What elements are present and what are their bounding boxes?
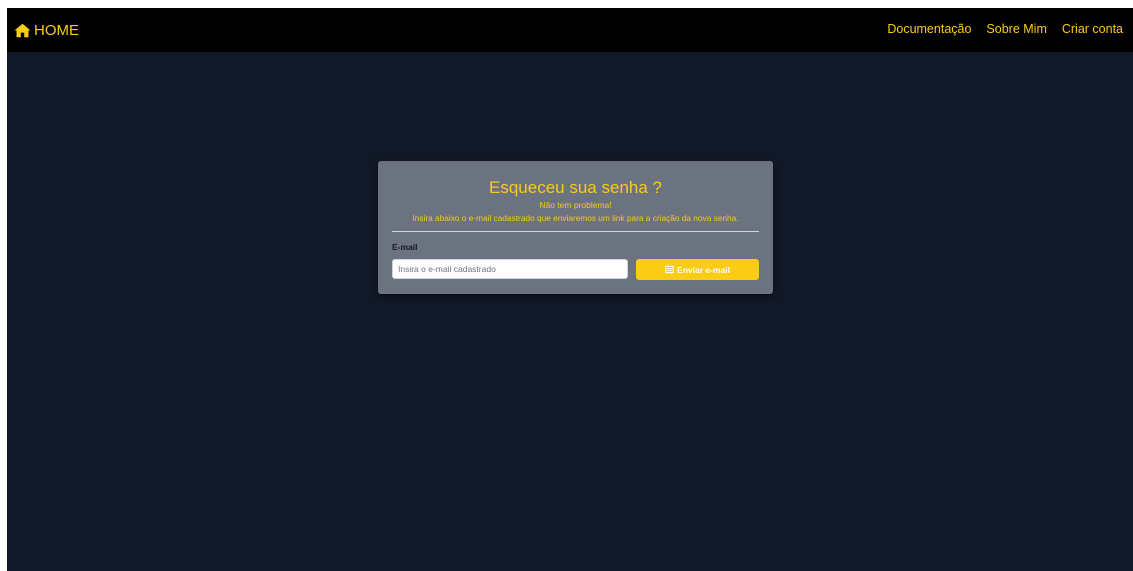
nav-links: Documentação Sobre Mim Criar conta bbox=[872, 22, 1123, 36]
home-label: HOME bbox=[34, 21, 79, 39]
navbar: HOME Documentação Sobre Mim Criar conta bbox=[7, 8, 1133, 52]
nav-link-sobre-mim[interactable]: Sobre Mim bbox=[986, 22, 1046, 36]
send-email-button[interactable]: Enviar e-mail bbox=[636, 259, 759, 280]
card-description: Insira abaixo o e-mail cadastrado que en… bbox=[412, 213, 739, 223]
home-link[interactable]: HOME bbox=[14, 21, 79, 39]
home-icon bbox=[14, 23, 31, 37]
divider bbox=[392, 231, 759, 232]
forgot-password-card: Esqueceu sua senha ? Não tem problema! I… bbox=[378, 161, 773, 294]
nav-link-criar-conta[interactable]: Criar conta bbox=[1062, 22, 1123, 36]
nav-link-documentacao[interactable]: Documentação bbox=[887, 22, 971, 36]
card-title: Esqueceu sua senha ? bbox=[489, 178, 662, 197]
send-email-label: Enviar e-mail bbox=[677, 264, 730, 275]
mail-icon bbox=[665, 265, 674, 274]
card-subtitle: Não tem problema! bbox=[539, 200, 612, 210]
page-frame: HOME Documentação Sobre Mim Criar conta … bbox=[7, 8, 1133, 571]
email-input[interactable] bbox=[392, 259, 628, 279]
email-label: E-mail bbox=[392, 242, 418, 252]
